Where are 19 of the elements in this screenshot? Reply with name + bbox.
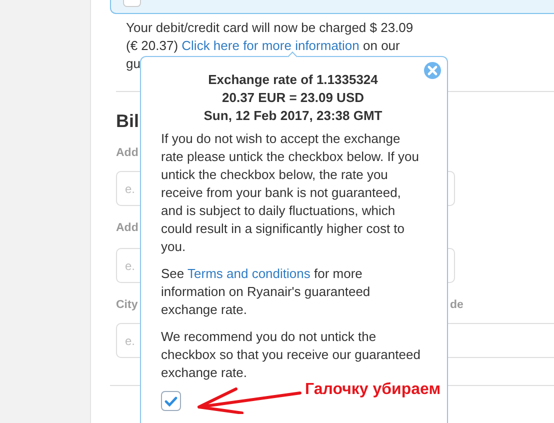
popover-title: Sun, 12 Feb 2017, 23:38 GMT bbox=[204, 107, 382, 125]
field-label: City bbox=[116, 298, 138, 313]
popover-title: Exchange rate of 1.1335324 bbox=[208, 71, 378, 89]
checkbox[interactable] bbox=[161, 391, 181, 411]
checkbox[interactable] bbox=[123, 0, 141, 7]
charge-notice-text: Your debit/credit card will now be charged $ 23.09 (€ 20.37) Click here for more information on our gu bbox=[126, 19, 414, 73]
more-information-link[interactable]: Click here for more information bbox=[182, 38, 360, 53]
paragraph: We recommend you do not untick the checkbox so that you receive our guaranteed exchange rate. bbox=[161, 328, 422, 382]
paragraph: See Terms and conditions for more information on Ryanair's guaranteed exchange rate. bbox=[161, 265, 372, 319]
annotation-text: Галочку убираем bbox=[305, 382, 441, 398]
field-label: Add bbox=[116, 146, 138, 161]
field-label: de bbox=[450, 298, 464, 313]
paragraph: If you do not wish to accept the exchange rate please untick the checkbox below. If you untick the checkbox below, the rate you receive from your bank is not guaranteed, and is subject to daily fluctuations, which could result in a significantly higher cost to you. bbox=[161, 130, 420, 256]
arrow-icon bbox=[196, 386, 302, 414]
popover-title: 20.37 EUR = 23.09 USD bbox=[222, 89, 364, 107]
section-heading: Bil bbox=[116, 110, 140, 132]
close-icon[interactable] bbox=[424, 62, 441, 79]
field-label: Add bbox=[116, 221, 138, 236]
terms-link[interactable]: Terms and conditions bbox=[188, 266, 310, 281]
